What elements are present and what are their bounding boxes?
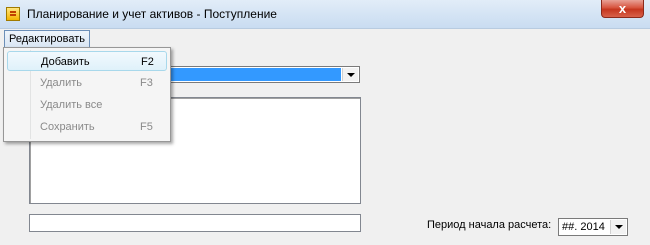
close-button[interactable]: x [601, 0, 644, 18]
chevron-down-icon[interactable] [342, 68, 358, 81]
year-combo-value: ##. 2014 [562, 221, 605, 233]
close-icon: x [618, 1, 627, 16]
menu-edit[interactable]: Редактировать [4, 30, 90, 48]
year-combo[interactable]: ##. 2014 [558, 218, 628, 236]
menu-item-delete-all[interactable]: Удалить все [7, 95, 167, 115]
menu-item-save[interactable]: Сохранить F5 [7, 117, 167, 137]
menu-item-shortcut: F2 [141, 56, 154, 68]
menu-item-shortcut: F5 [140, 121, 153, 133]
calc-start-label: Период начала расчета: [427, 219, 552, 231]
menu-item-label: Добавить [41, 56, 90, 68]
chevron-down-icon[interactable] [610, 220, 626, 234]
window-title: Планирование и учет активов - Поступлени… [27, 7, 277, 21]
menu-item-label: Удалить все [40, 99, 103, 111]
menu-bar: Редактировать [0, 29, 650, 48]
menu-item-label: Удалить [40, 77, 82, 89]
app-icon [6, 7, 20, 21]
edit-dropdown-menu: Добавить F2 Удалить F3 Удалить все Сохра… [3, 47, 171, 142]
menu-item-label: Сохранить [40, 121, 95, 133]
menu-item-shortcut: F3 [140, 77, 153, 89]
menu-item-add[interactable]: Добавить F2 [7, 51, 167, 71]
menu-item-delete[interactable]: Удалить F3 [7, 73, 167, 93]
bottom-text-field[interactable] [29, 214, 361, 232]
title-bar[interactable]: Планирование и учет активов - Поступлени… [0, 0, 650, 29]
